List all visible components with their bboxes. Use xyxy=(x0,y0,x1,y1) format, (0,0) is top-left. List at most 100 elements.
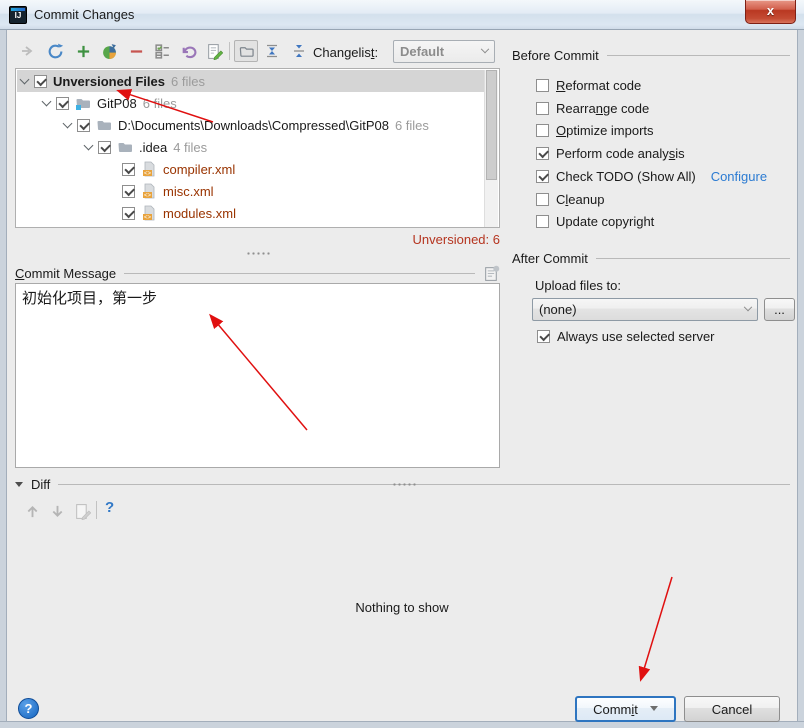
tree-row-path[interactable]: D:\Documents\Downloads\Compressed\GitP08… xyxy=(17,114,429,136)
tree-row-unversioned-files[interactable]: Unversioned Files 6 files xyxy=(17,70,485,92)
checkbox[interactable] xyxy=(536,215,549,228)
row-checkbox[interactable] xyxy=(122,185,135,198)
row-checkbox[interactable] xyxy=(56,97,69,110)
row-checkbox[interactable] xyxy=(122,163,135,176)
header-rule xyxy=(124,273,475,274)
scrollbar-thumb[interactable] xyxy=(486,70,497,180)
checkbox[interactable] xyxy=(536,79,549,92)
edit-source-disabled-icon[interactable] xyxy=(72,501,92,521)
tree-row-label: misc.xml xyxy=(163,184,214,199)
next-change-icon[interactable] xyxy=(47,501,67,521)
checkbox-label: Cleanup xyxy=(556,192,604,207)
cancel-button[interactable]: Cancel xyxy=(684,696,780,722)
xml-file-icon: <> xyxy=(141,205,157,221)
diff-empty-text: Nothing to show xyxy=(0,600,804,615)
previous-change-icon[interactable] xyxy=(22,501,42,521)
refresh-icon[interactable] xyxy=(45,41,65,61)
checkbox-label: Rearrange code xyxy=(556,101,649,116)
rollback-icon[interactable] xyxy=(99,41,119,61)
module-folder-icon xyxy=(75,95,91,111)
tree-row-label: Unversioned Files xyxy=(53,74,165,89)
collapse-triangle-icon[interactable] xyxy=(15,482,23,487)
tree-row-count: 4 files xyxy=(173,140,207,155)
checkbox[interactable] xyxy=(537,330,550,343)
commit-message-label: Commit Message xyxy=(15,266,116,281)
splitter-handle[interactable] xyxy=(246,250,272,255)
upload-files-label: Upload files to: xyxy=(535,278,621,293)
delete-icon[interactable] xyxy=(126,41,146,61)
option-update-copyright[interactable]: Update copyright xyxy=(536,214,654,229)
expand-all-icon[interactable] xyxy=(262,41,282,61)
checkbox[interactable] xyxy=(536,147,549,160)
option-rearrange-code[interactable]: Rearrange code xyxy=(536,101,649,116)
checkbox-label: Perform code analysis xyxy=(556,146,685,161)
chevron-down-icon[interactable] xyxy=(63,118,73,128)
xml-file-icon: <> xyxy=(141,183,157,199)
add-icon[interactable] xyxy=(73,41,93,61)
edit-source-icon[interactable] xyxy=(204,41,224,61)
group-by-directory-button[interactable] xyxy=(234,40,258,62)
checkbox[interactable] xyxy=(536,102,549,115)
window-border-bottom xyxy=(0,721,804,728)
checkbox-label: Check TODO (Show All) xyxy=(556,169,696,184)
option-cleanup[interactable]: Cleanup xyxy=(536,192,604,207)
splitter-handle[interactable] xyxy=(392,481,418,486)
tree-row-count: 6 files xyxy=(395,118,429,133)
tree-row-idea[interactable]: .idea 4 files xyxy=(17,136,207,158)
chevron-down-icon[interactable] xyxy=(650,706,658,712)
checkbox[interactable] xyxy=(536,124,549,137)
toolbar-separator xyxy=(229,42,230,60)
checkbox[interactable] xyxy=(536,193,549,206)
tree-scrollbar[interactable] xyxy=(484,70,498,228)
after-commit-title: After Commit xyxy=(512,251,588,266)
before-commit-title: Before Commit xyxy=(512,48,599,63)
help-button[interactable]: ? xyxy=(18,698,39,719)
checkbox[interactable] xyxy=(536,170,549,183)
annotation-arrow-commit xyxy=(641,577,672,679)
chevron-down-icon[interactable] xyxy=(20,74,30,84)
commit-message-header: Commit Message xyxy=(15,265,500,282)
changelist-label: Changelist: xyxy=(313,45,378,60)
collapse-all-icon[interactable] xyxy=(289,41,309,61)
row-checkbox[interactable] xyxy=(122,207,135,220)
option-perform-code-analysis[interactable]: Perform code analysis xyxy=(536,146,685,161)
upload-server-select[interactable]: (none) xyxy=(532,298,758,321)
row-checkbox[interactable] xyxy=(98,141,111,154)
tree-row-file[interactable]: <> misc.xml xyxy=(17,180,214,202)
move-to-changelist-icon[interactable] xyxy=(18,41,38,61)
show-changes-list-icon[interactable] xyxy=(152,41,172,61)
close-button[interactable]: x xyxy=(745,0,796,24)
undo-icon[interactable] xyxy=(178,41,198,61)
configure-link[interactable]: Configure xyxy=(711,169,767,184)
option-check-todo[interactable]: Check TODO (Show All) Configure xyxy=(536,169,767,184)
tree-row-file[interactable]: <> modules.xml xyxy=(17,202,236,224)
chevron-down-icon[interactable] xyxy=(84,140,94,150)
tree-row-label: D:\Documents\Downloads\Compressed\GitP08 xyxy=(118,118,389,133)
option-always-use-server[interactable]: Always use selected server xyxy=(537,329,715,344)
commit-button[interactable]: Commit xyxy=(575,696,676,722)
option-reformat-code[interactable]: Reformat code xyxy=(536,78,641,93)
row-checkbox[interactable] xyxy=(77,119,90,132)
tree-row-label: modules.xml xyxy=(163,206,236,221)
folder-icon xyxy=(96,117,112,133)
app-icon: IJ xyxy=(9,6,27,24)
changelist-value: Default xyxy=(400,44,444,59)
header-rule xyxy=(607,55,790,56)
unversioned-count: Unversioned: 6 xyxy=(300,232,500,247)
diff-help-icon[interactable]: ? xyxy=(105,499,114,516)
option-optimize-imports[interactable]: Optimize imports xyxy=(536,123,654,138)
xml-file-icon: <> xyxy=(141,161,157,177)
tree-row-label: compiler.xml xyxy=(163,162,235,177)
tree-row-file[interactable]: <> compiler.xml xyxy=(17,158,235,180)
browse-servers-button[interactable]: ... xyxy=(764,298,795,321)
changelist-select[interactable]: Default xyxy=(393,40,495,63)
message-history-icon[interactable] xyxy=(483,265,500,282)
chevron-down-icon[interactable] xyxy=(42,96,52,106)
checkbox-label: Update copyright xyxy=(556,214,654,229)
upload-server-value: (none) xyxy=(539,302,577,317)
diff-title: Diff xyxy=(31,477,50,492)
tree-row-gitp08[interactable]: GitP08 6 files xyxy=(17,92,177,114)
row-checkbox[interactable] xyxy=(34,75,47,88)
tree-row-label: .idea xyxy=(139,140,167,155)
commit-message-input[interactable]: 初始化项目，第一步 xyxy=(15,283,500,468)
